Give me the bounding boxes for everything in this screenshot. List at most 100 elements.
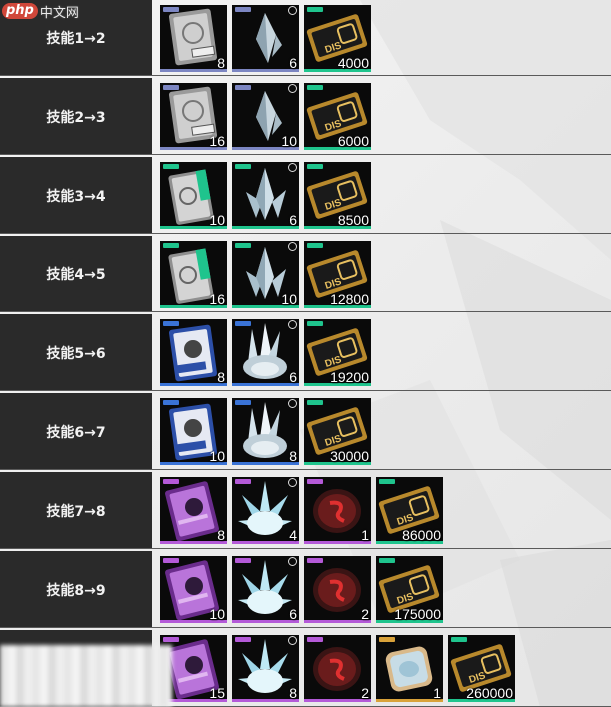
material-item[interactable]: 6: [232, 162, 299, 229]
rarity-tag: [163, 85, 179, 90]
info-icon[interactable]: [288, 478, 297, 487]
material-item[interactable]: DIS 260000: [448, 635, 515, 702]
rarity-tag: [163, 243, 179, 248]
rarity-tag: [163, 558, 179, 563]
watermark-text: 中文网: [39, 5, 79, 21]
item-count: 8: [289, 685, 297, 701]
material-item[interactable]: 1: [376, 635, 443, 702]
material-item[interactable]: DIS 12800: [304, 241, 371, 308]
item-count: 175000: [394, 606, 441, 622]
rarity-tag: [235, 243, 251, 248]
row-divider: [0, 548, 611, 549]
site-watermark: php 中文网: [0, 0, 79, 22]
material-item[interactable]: 8: [160, 319, 227, 386]
rarity-tag: [163, 400, 179, 405]
row-divider: [0, 390, 611, 391]
row-divider: [0, 233, 611, 234]
material-item[interactable]: 4: [232, 477, 299, 544]
info-icon[interactable]: [288, 6, 297, 15]
info-icon[interactable]: [288, 84, 297, 93]
rarity-tag: [307, 479, 323, 484]
info-icon[interactable]: [288, 163, 297, 172]
material-item[interactable]: 6: [232, 556, 299, 623]
material-item[interactable]: 8: [232, 635, 299, 702]
rarity-tag: [235, 558, 251, 563]
item-count: 1: [361, 527, 369, 543]
material-item[interactable]: 10: [160, 162, 227, 229]
table-row: 技能7→8 8 4 1 DIS 86000: [0, 472, 611, 549]
php-logo: php: [2, 3, 38, 19]
item-count: 8: [217, 527, 225, 543]
material-item[interactable]: 1: [304, 477, 371, 544]
table-row: 技能8→9 10 6 2 DIS 175000: [0, 551, 611, 628]
rarity-tag: [307, 85, 323, 90]
material-item[interactable]: 10: [232, 83, 299, 150]
material-item[interactable]: DIS 4000: [304, 5, 371, 72]
rarity-tag: [451, 637, 467, 642]
material-item[interactable]: 8: [160, 477, 227, 544]
rarity-tag: [307, 164, 323, 169]
info-icon[interactable]: [288, 320, 297, 329]
material-item[interactable]: DIS 19200: [304, 319, 371, 386]
material-item[interactable]: DIS 175000: [376, 556, 443, 623]
material-item[interactable]: DIS 6000: [304, 83, 371, 150]
material-item[interactable]: DIS 86000: [376, 477, 443, 544]
item-count: 10: [281, 133, 297, 149]
rarity-tag: [379, 637, 395, 642]
material-item[interactable]: 2: [304, 556, 371, 623]
item-count: 4000: [337, 55, 369, 71]
item-count: 6: [289, 369, 297, 385]
item-count: 16: [209, 291, 225, 307]
rarity-tag: [307, 637, 323, 642]
material-item[interactable]: 6: [232, 319, 299, 386]
row-divider: [0, 469, 611, 470]
rarity-tag: [307, 400, 323, 405]
info-icon[interactable]: [288, 399, 297, 408]
material-item[interactable]: 16: [160, 83, 227, 150]
material-item[interactable]: 2: [304, 635, 371, 702]
pixelated-overlay: [0, 645, 172, 707]
rarity-tag: [307, 243, 323, 248]
table-row: 技能5→6 8 6 DIS 19200: [0, 314, 611, 391]
material-item[interactable]: 16: [160, 241, 227, 308]
rarity-tag: [379, 558, 395, 563]
material-item[interactable]: DIS 8500: [304, 162, 371, 229]
material-item[interactable]: 10: [160, 398, 227, 465]
material-item[interactable]: 10: [160, 556, 227, 623]
item-count: 8: [289, 448, 297, 464]
item-count: 10: [281, 291, 297, 307]
item-count: 19200: [330, 369, 369, 385]
item-count: 10: [209, 212, 225, 228]
item-count: 6: [289, 55, 297, 71]
skill-level-label: 技能5→6: [0, 314, 152, 391]
skill-level-label: 技能8→9: [0, 551, 152, 628]
item-count: 10: [209, 448, 225, 464]
material-item[interactable]: 8: [232, 398, 299, 465]
item-count: 6: [289, 212, 297, 228]
info-icon[interactable]: [288, 557, 297, 566]
material-item[interactable]: 6: [232, 5, 299, 72]
info-icon[interactable]: [288, 636, 297, 645]
skill-level-label: 技能7→8: [0, 472, 152, 549]
item-count: 16: [209, 133, 225, 149]
rarity-tag: [235, 479, 251, 484]
material-item[interactable]: 8: [160, 5, 227, 72]
rarity-tag: [235, 637, 251, 642]
rarity-tag: [235, 164, 251, 169]
rarity-tag: [307, 321, 323, 326]
rarity-tag: [307, 7, 323, 12]
material-item[interactable]: DIS 30000: [304, 398, 371, 465]
info-icon[interactable]: [288, 242, 297, 251]
item-count: 6: [289, 606, 297, 622]
item-count: 6000: [337, 133, 369, 149]
rarity-tag: [163, 479, 179, 484]
table-row: 技能1→2 8 6 DIS 4000: [0, 0, 611, 76]
item-count: 260000: [466, 685, 513, 701]
rarity-tag: [235, 85, 251, 90]
item-count: 4: [289, 527, 297, 543]
item-count: 1: [433, 685, 441, 701]
rarity-tag: [307, 558, 323, 563]
skill-level-label: 技能3→4: [0, 157, 152, 234]
table-row: 技能6→7 10 8 DIS 30000: [0, 393, 611, 470]
material-item[interactable]: 10: [232, 241, 299, 308]
